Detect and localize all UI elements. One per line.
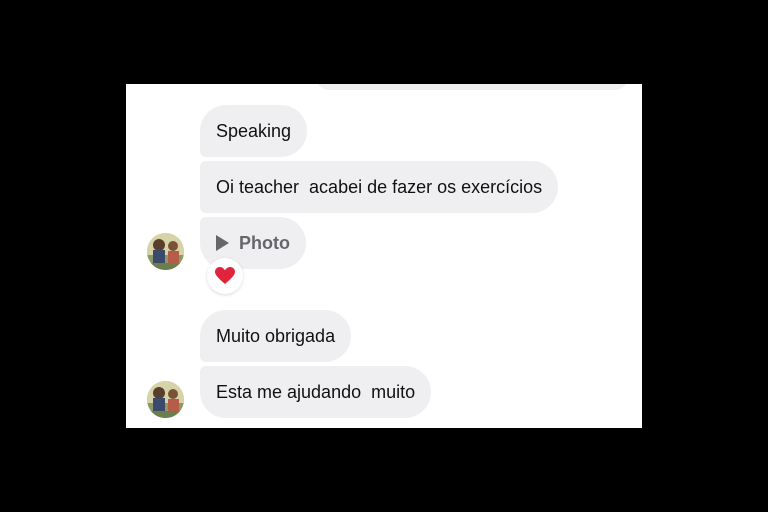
message-bubble-speaking[interactable]: Speaking xyxy=(200,105,308,157)
message-bubble-helping[interactable]: Esta me ajudando muito xyxy=(200,366,432,418)
message-bubble-thanks[interactable]: Muito obrigada xyxy=(200,310,352,362)
previous-message-bubble[interactable] xyxy=(316,84,628,90)
message-text: Oi teacher acabei de fazer os exercícios xyxy=(216,177,543,197)
heart-icon xyxy=(215,267,235,285)
avatar[interactable] xyxy=(147,233,184,270)
message-text: Esta me ajudando muito xyxy=(216,382,416,402)
photo-label: Photo xyxy=(239,233,290,253)
chat-thread: Speaking Oi teacher acabei de fazer os e… xyxy=(126,84,642,428)
message-text: Muito obrigada xyxy=(216,326,336,346)
play-icon xyxy=(216,235,229,251)
message-bubble-exercises[interactable]: Oi teacher acabei de fazer os exercícios xyxy=(200,161,559,213)
message-text: Speaking xyxy=(216,121,292,141)
reaction-badge[interactable] xyxy=(207,258,243,294)
avatar[interactable] xyxy=(147,381,184,418)
